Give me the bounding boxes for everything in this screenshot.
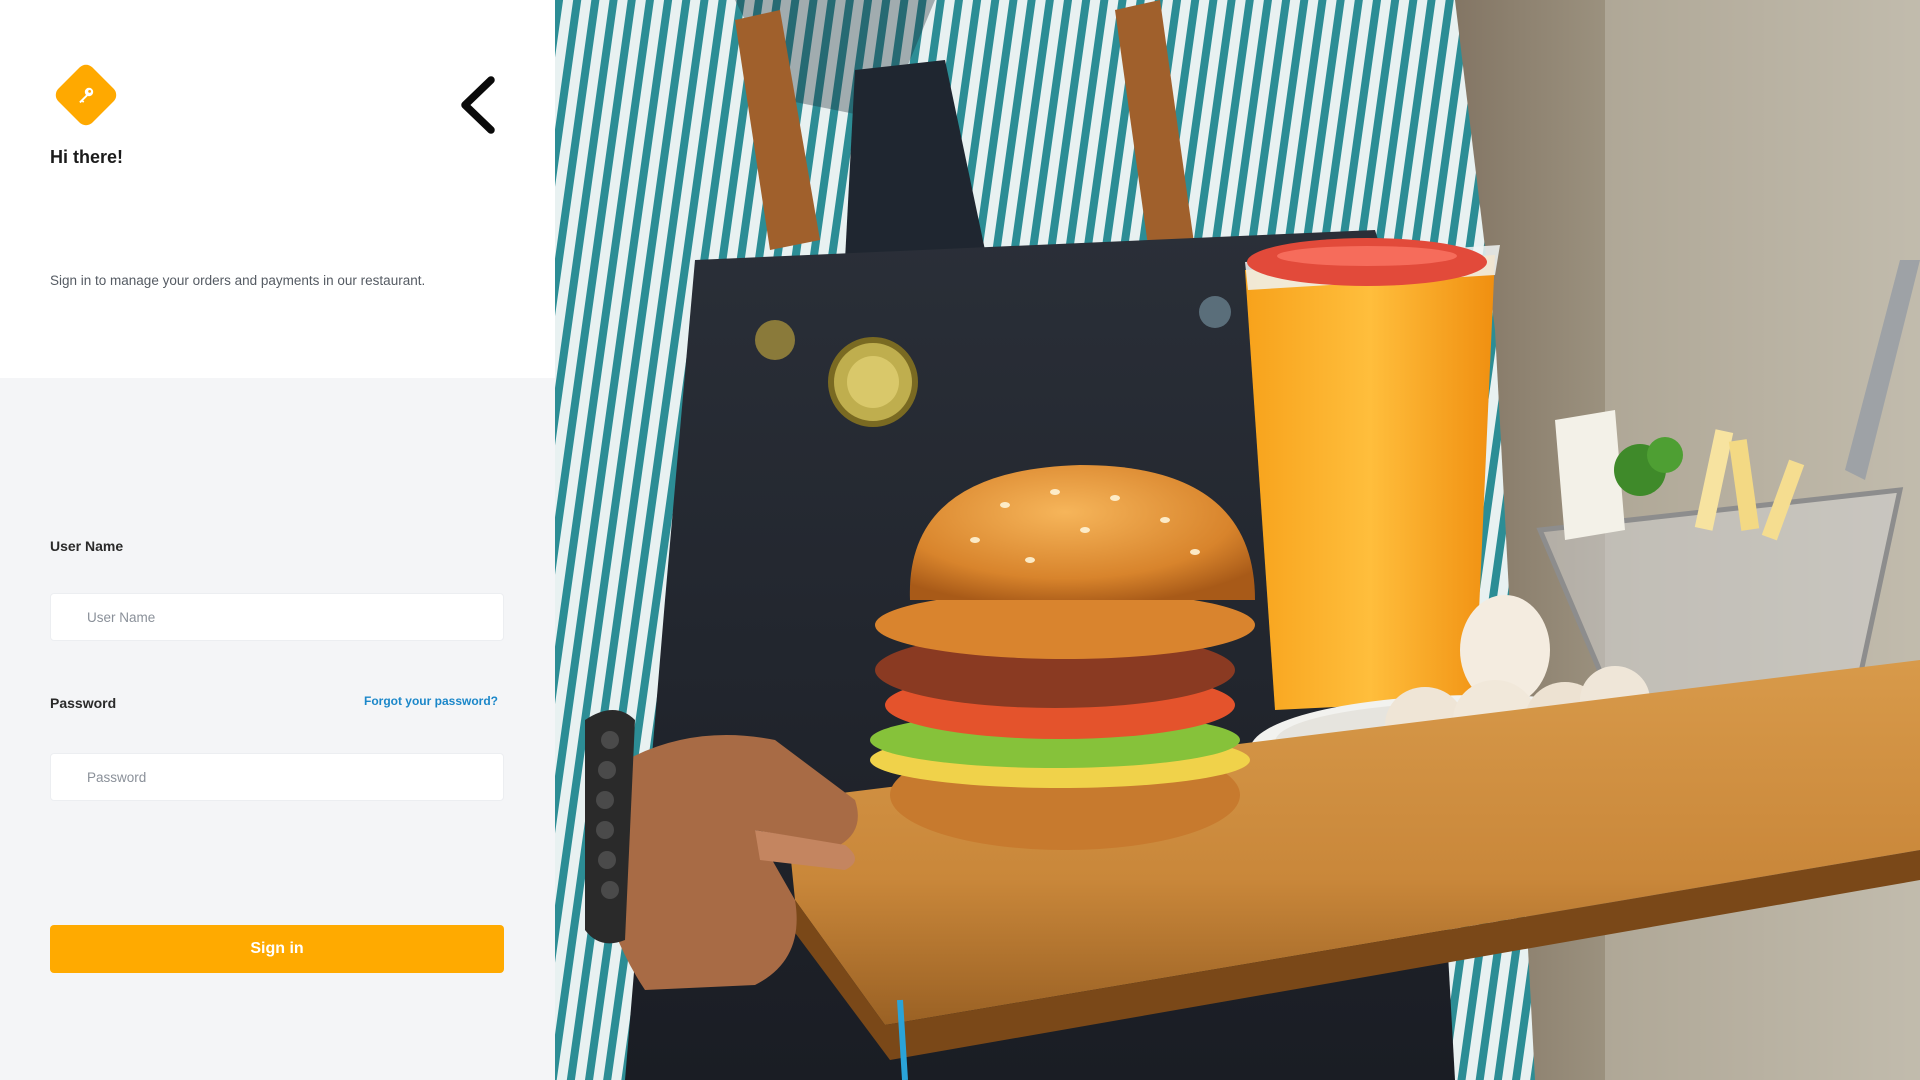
key-icon: [79, 87, 94, 104]
page-subtitle: Sign in to manage your orders and paymen…: [50, 273, 426, 288]
password-label: Password: [50, 695, 117, 711]
sign-in-button[interactable]: Sign in: [50, 925, 504, 973]
username-label: User Name: [50, 538, 124, 554]
welcome-card: Hi there! Sign in to manage your orders …: [0, 0, 555, 378]
app-logo: [52, 61, 120, 129]
chevron-left-icon: [461, 76, 495, 134]
password-input[interactable]: [50, 753, 504, 801]
back-button[interactable]: [456, 74, 502, 136]
restaurant-photo: [555, 0, 1920, 1080]
hero-image: [555, 0, 1920, 1080]
page-title: Hi there!: [50, 147, 124, 167]
forgot-password-link[interactable]: Forgot your password?: [364, 694, 498, 708]
username-input[interactable]: [50, 593, 504, 641]
login-panel: Hi there! Sign in to manage your orders …: [0, 0, 555, 1080]
